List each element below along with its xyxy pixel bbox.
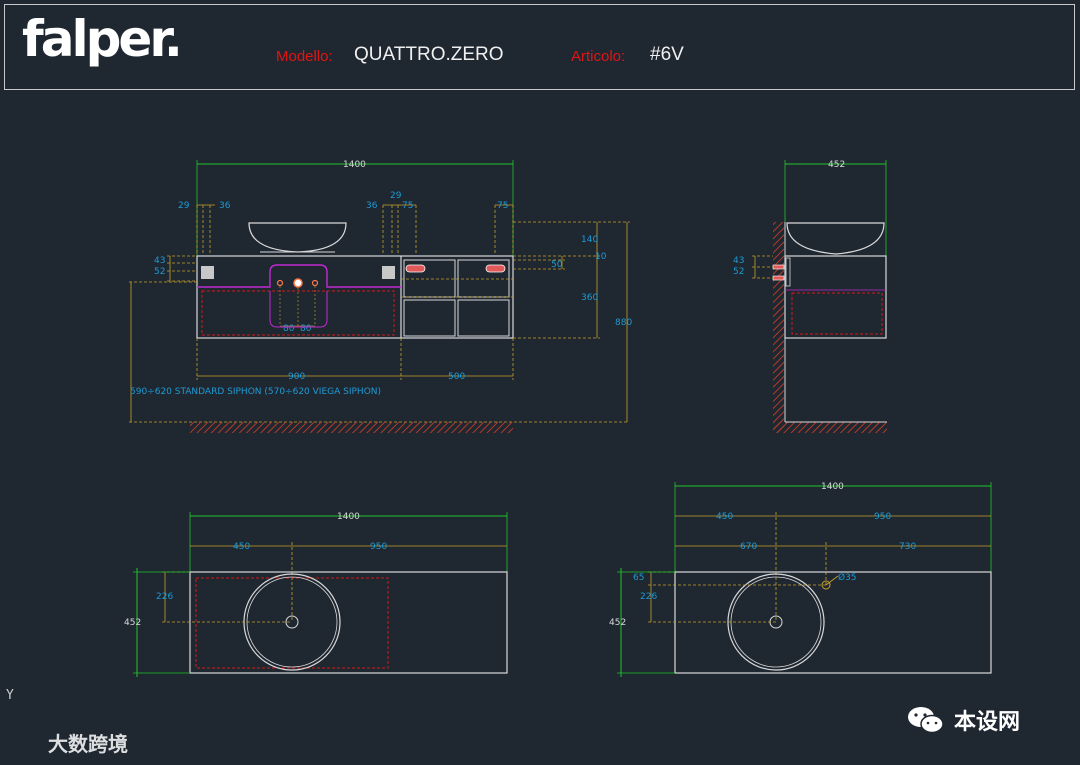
- plan-right-dim-452: 452: [609, 618, 626, 628]
- front-dim-80a: 80: [283, 324, 295, 334]
- front-dim-52: 52: [154, 267, 165, 277]
- wechat-watermark: 本设网: [906, 700, 1056, 740]
- front-dim-36-left: 36: [219, 201, 231, 211]
- plan-view-left: 1400 450 950 226 452: [124, 512, 508, 677]
- front-dim-75-right: 75: [497, 201, 508, 211]
- front-view: 1400 29 36 36 29 75 75 80 80 43 52 140 5…: [129, 160, 632, 433]
- siphon-note: 590÷620 STANDARD SIPHON (570÷620 VIEGA S…: [130, 387, 381, 397]
- front-dim-43: 43: [154, 256, 165, 266]
- front-dim-29-left: 29: [178, 201, 190, 211]
- plan-right-dim-730: 730: [899, 542, 916, 552]
- plan-right-width: 1400: [821, 482, 844, 492]
- plan-left-dim-452: 452: [124, 618, 141, 628]
- front-dim-500: 500: [448, 372, 465, 382]
- side-depth: 452: [828, 160, 845, 170]
- wechat-icon: [908, 707, 944, 734]
- front-dim-10: 10: [595, 252, 607, 262]
- front-dim-140: 140: [581, 235, 598, 245]
- front-dim-29-mid: 29: [390, 191, 402, 201]
- plan-view-right: 1400 450 950 670 730 Ø35 65 226 452: [609, 482, 992, 677]
- cad-drawing: 1400 29 36 36 29 75 75 80 80 43 52 140 5…: [124, 160, 992, 677]
- plan-left-dim-450: 450: [233, 542, 250, 552]
- side-dim-43: 43: [733, 256, 744, 266]
- plan-right-dim-450: 450: [716, 512, 733, 522]
- side-dim-52: 52: [733, 267, 744, 277]
- plan-right-dim-65: 65: [633, 573, 644, 583]
- ucs-axis-label: Y: [6, 688, 14, 703]
- front-dim-900: 900: [288, 372, 305, 382]
- front-dim-75-mid: 75: [402, 201, 413, 211]
- plan-left-dim-226: 226: [156, 592, 173, 602]
- corner-watermark-text: 大数跨境: [48, 732, 128, 756]
- front-dim-36-mid: 36: [366, 201, 378, 211]
- plan-right-dim-670: 670: [740, 542, 757, 552]
- plan-right-hole-diameter: Ø35: [838, 572, 857, 583]
- corner-watermark: 大数跨境: [10, 728, 150, 758]
- front-dim-360: 360: [581, 293, 598, 303]
- plan-right-dim-950: 950: [874, 512, 891, 522]
- plan-left-dim-950: 950: [370, 542, 387, 552]
- front-dim-50: 50: [551, 260, 563, 270]
- watermark-text: 本设网: [954, 710, 1021, 735]
- front-overall-width: 1400: [343, 160, 366, 170]
- front-dim-880: 880: [615, 318, 632, 328]
- front-dim-80b: 80: [300, 324, 312, 334]
- plan-left-width: 1400: [337, 512, 360, 522]
- side-view: 452 43 52: [733, 160, 887, 433]
- plan-right-dim-226: 226: [640, 592, 657, 602]
